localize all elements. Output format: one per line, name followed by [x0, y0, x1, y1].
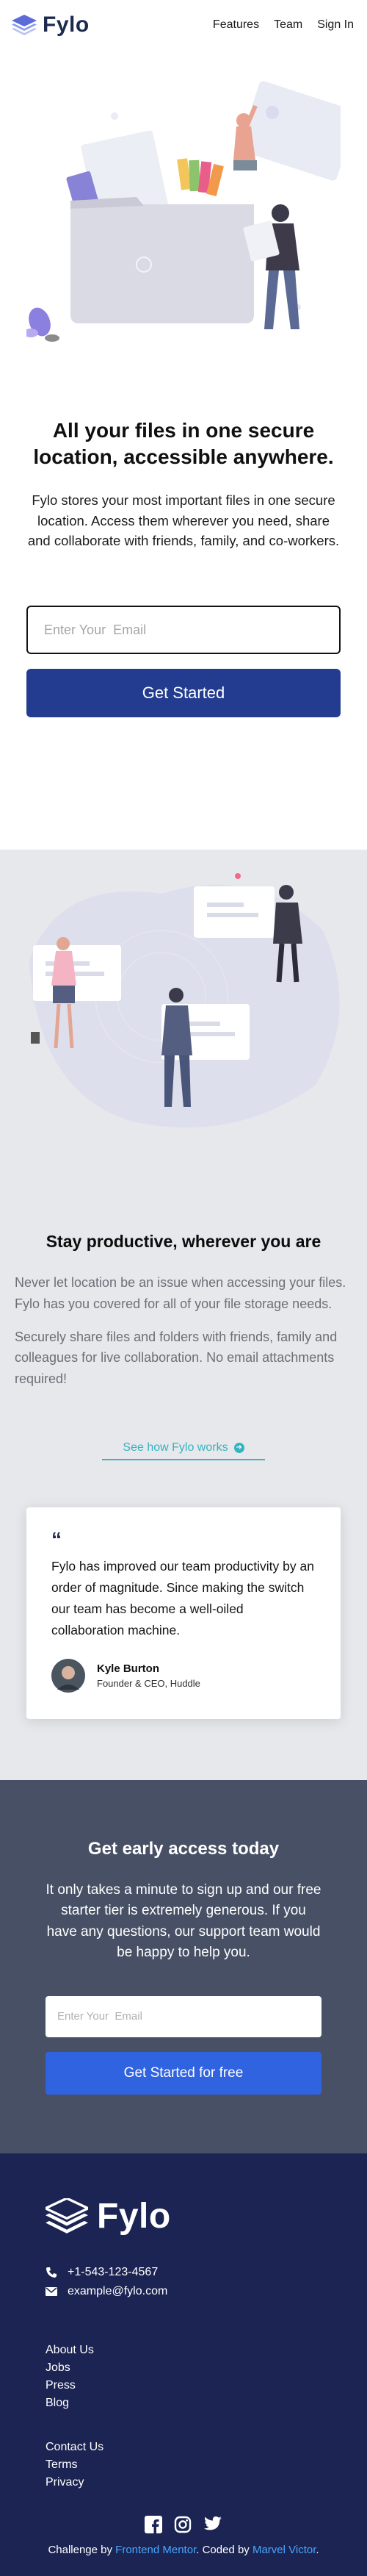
productive-paragraph-1: Never let location be an issue when acce…: [15, 1275, 346, 1311]
see-how-fylo-works-link[interactable]: See how Fylo works ➜: [102, 1441, 265, 1461]
credit-mid: . Coded by: [196, 2543, 250, 2556]
email-address[interactable]: example@fylo.com: [68, 2285, 167, 2298]
footer-link-contact-us[interactable]: Contact Us: [46, 2441, 103, 2453]
hero-title: All your files in one secure location, a…: [33, 419, 334, 469]
main-nav: Features Team Sign In: [213, 18, 354, 32]
footer-logo[interactable]: Fylo: [46, 2196, 321, 2236]
testimonial-card: “ Fylo has improved our team productivit…: [26, 1507, 341, 1719]
footer-logo-text: Fylo: [97, 2196, 171, 2236]
testimonial-quote: Fylo has improved our team productivity …: [51, 1559, 314, 1637]
email-icon: [46, 2286, 57, 2296]
author-link[interactable]: Marvel Victor: [252, 2544, 316, 2556]
logo[interactable]: Fylo: [12, 12, 90, 37]
get-started-button[interactable]: Get Started: [26, 669, 341, 718]
productive-title: Stay productive, wherever you are: [46, 1232, 321, 1252]
early-access-email-input[interactable]: [46, 1995, 321, 2037]
footer-link-blog[interactable]: Blog: [46, 2397, 69, 2409]
phone-row: +1-543-123-4567: [46, 2263, 321, 2282]
productive-section: Stay productive, wherever you are Never …: [0, 850, 367, 1780]
see-how-label: See how Fylo works: [123, 1441, 228, 1454]
hero-section: All your files in one secure location, a…: [0, 50, 367, 718]
email-row: example@fylo.com: [46, 2282, 321, 2301]
get-started-free-button[interactable]: Get Started for free: [46, 2051, 321, 2095]
productive-illustration: [15, 850, 352, 1151]
author-role: Founder & CEO, Huddle: [97, 1677, 200, 1689]
logo-text: Fylo: [43, 12, 90, 37]
phone-icon: [46, 2267, 57, 2278]
footer-link-privacy[interactable]: Privacy: [46, 2476, 84, 2489]
quote-icon: “: [51, 1528, 62, 1551]
credit-suffix: .: [316, 2543, 319, 2556]
early-access-section: Get early access today It only takes a m…: [0, 1779, 367, 2153]
attribution: Challenge by Frontend Mentor. Coded by M…: [0, 2544, 367, 2556]
hero-description: Fylo stores your most important files in…: [27, 492, 340, 549]
footer-links-support: Contact Us Terms Privacy: [46, 2441, 321, 2494]
instagram-icon[interactable]: [174, 2516, 192, 2533]
social-links: [0, 2515, 367, 2533]
arrow-right-icon: ➜: [233, 1443, 244, 1454]
nav-team-link[interactable]: Team: [274, 18, 302, 32]
twitter-icon[interactable]: [203, 2516, 222, 2532]
productive-paragraph-2: Securely share files and folders with fr…: [15, 1329, 338, 1387]
footer-link-about-us[interactable]: About Us: [46, 2344, 94, 2356]
fylo-logo-icon: [12, 15, 37, 35]
author-name: Kyle Burton: [97, 1662, 160, 1675]
footer-links-company: About Us Jobs Press Blog: [46, 2344, 321, 2414]
footer-link-press[interactable]: Press: [46, 2379, 76, 2392]
phone-number[interactable]: +1-543-123-4567: [68, 2266, 158, 2279]
frontend-mentor-link[interactable]: Frontend Mentor: [115, 2544, 196, 2556]
fylo-logo-icon: [46, 2198, 88, 2234]
hero-email-input[interactable]: [26, 606, 341, 655]
team-collaboration-illustration: [29, 873, 340, 1128]
nav-features-link[interactable]: Features: [213, 18, 259, 32]
credit-prefix: Challenge by: [48, 2543, 112, 2556]
avatar: [51, 1658, 85, 1693]
site-header: Fylo Features Team Sign In: [0, 0, 367, 50]
footer-link-terms[interactable]: Terms: [46, 2458, 78, 2471]
contact-info: +1-543-123-4567 example@fylo.com: [46, 2263, 321, 2301]
early-access-description: It only takes a minute to sign up and ou…: [46, 1881, 321, 1961]
site-footer: Fylo +1-543-123-4567 example@fylo.com Ab…: [0, 2153, 367, 2576]
early-access-title: Get early access today: [87, 1838, 280, 1859]
facebook-icon[interactable]: [145, 2515, 162, 2533]
files-folder-illustration: [23, 81, 357, 342]
hero-illustration: [23, 50, 357, 351]
footer-link-jobs[interactable]: Jobs: [46, 2361, 70, 2374]
see-how-row: See how Fylo works ➜: [15, 1441, 352, 1461]
testimonial-author: Kyle Burton Founder & CEO, Huddle: [51, 1658, 316, 1693]
nav-sign-in-link[interactable]: Sign In: [317, 18, 354, 32]
